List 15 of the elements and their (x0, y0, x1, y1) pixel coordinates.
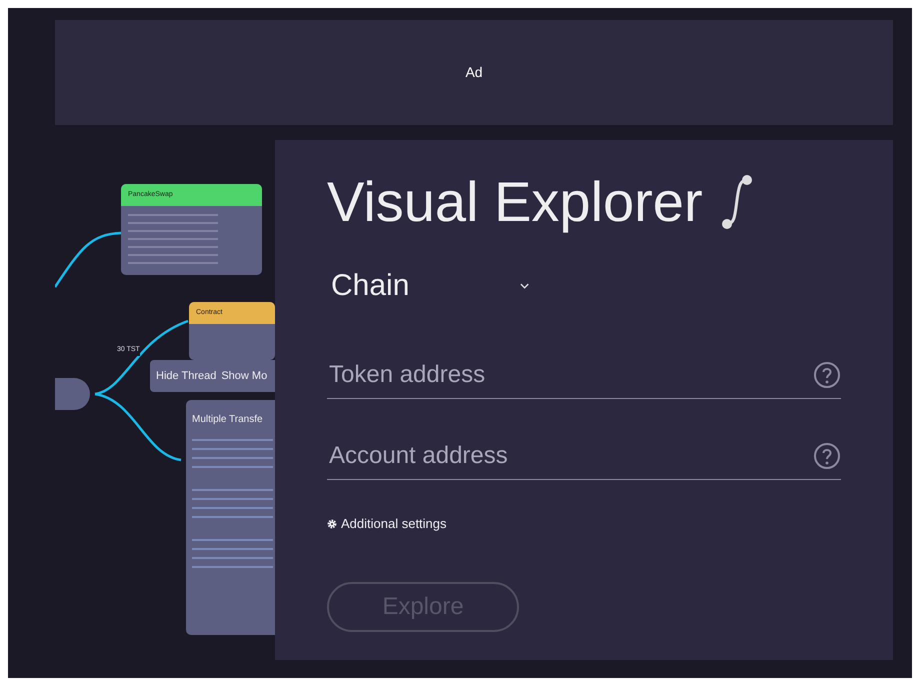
address-field[interactable]: Token address (327, 356, 813, 394)
node-shape (55, 378, 90, 410)
connector-line (55, 232, 122, 288)
chain-select[interactable]: Chain (327, 259, 537, 312)
ad-label: Ad (465, 63, 483, 82)
transfers-title: Multiple Transfe (192, 413, 264, 427)
settings-link[interactable]: Additional settings (327, 514, 447, 534)
thread-action-link[interactable]: Show Mo (221, 368, 268, 384)
help-icon[interactable] (813, 442, 841, 470)
gear-icon (327, 518, 337, 529)
help-icon[interactable] (813, 361, 841, 390)
thread-action-link[interactable]: Hide Thread (156, 368, 216, 384)
panel-title: Visual Explorer (327, 169, 703, 235)
caret-icon (520, 282, 529, 289)
address-field[interactable]: Account address (327, 437, 813, 476)
